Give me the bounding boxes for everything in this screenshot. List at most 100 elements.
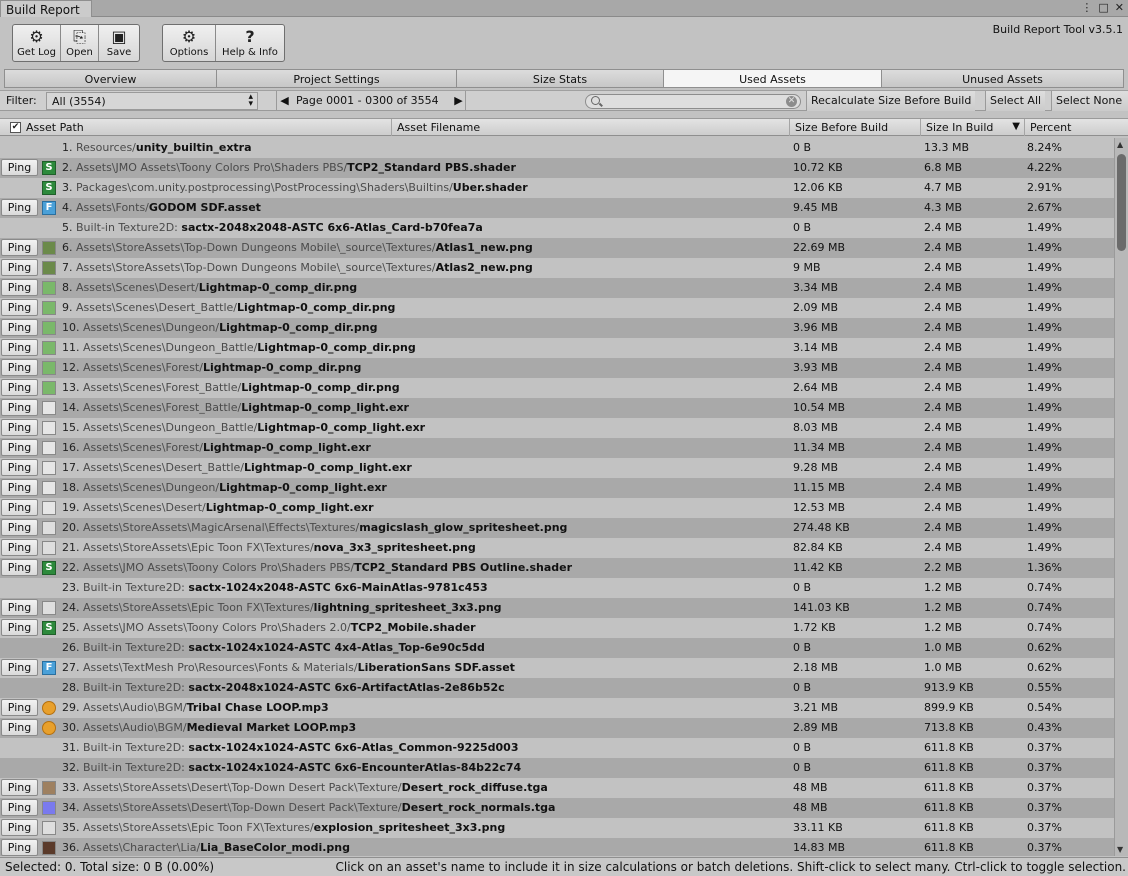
asset-name[interactable]: 18. Assets\Scenes\Dungeon/Lightmap-0_com…: [62, 481, 787, 494]
ping-button[interactable]: Ping: [1, 499, 38, 516]
table-row[interactable]: Ping F 27. Assets\TextMesh Pro\Resources\F…: [0, 658, 1114, 678]
menu-icon[interactable]: ⋮: [1081, 1, 1092, 14]
clear-search-icon[interactable]: ✕: [786, 96, 797, 107]
table-row[interactable]: 31. Built-in Texture2D: sactx-1024x1024-…: [0, 738, 1114, 758]
asset-name[interactable]: 4. Assets\Fonts/GODOM SDF.asset: [62, 201, 787, 214]
asset-name[interactable]: 13. Assets\Scenes\Forest_Battle/Lightmap…: [62, 381, 787, 394]
table-row[interactable]: S 3. Packages\com.unity.postprocessing\Po…: [0, 178, 1114, 198]
asset-name[interactable]: 19. Assets\Scenes\Desert/Lightmap-0_comp…: [62, 501, 787, 514]
asset-name[interactable]: 29. Assets\Audio\BGM/Tribal Chase LOOP.m…: [62, 701, 787, 714]
col-asset-path[interactable]: ✔ Asset Path: [0, 119, 392, 136]
help-info-button[interactable]: ? Help & Info: [216, 25, 284, 61]
table-row[interactable]: Ping 16. Assets\Scenes\Forest/Lightmap-0_…: [0, 438, 1114, 458]
asset-name[interactable]: 25. Assets\JMO Assets\Toony Colors Pro\S…: [62, 621, 787, 634]
table-row[interactable]: Ping S 25. Assets\JMO Assets\Toony Colors …: [0, 618, 1114, 638]
ping-button[interactable]: Ping: [1, 459, 38, 476]
ping-button[interactable]: Ping: [1, 699, 38, 716]
table-row[interactable]: Ping S 22. Assets\JMO Assets\Toony Colors …: [0, 558, 1114, 578]
table-row[interactable]: Ping 24. Assets\StoreAssets\Epic Toon FX\…: [0, 598, 1114, 618]
asset-name[interactable]: 27. Assets\TextMesh Pro\Resources\Fonts …: [62, 661, 787, 674]
tab-project-settings[interactable]: Project Settings: [216, 69, 456, 88]
scroll-up-icon[interactable]: ▲: [1117, 140, 1123, 149]
tab-size-stats[interactable]: Size Stats: [456, 69, 663, 88]
prev-page-button[interactable]: ◀: [276, 91, 292, 111]
table-row[interactable]: Ping 6. Assets\StoreAssets\Top-Down Dunge…: [0, 238, 1114, 258]
asset-name[interactable]: 14. Assets\Scenes\Forest_Battle/Lightmap…: [62, 401, 787, 414]
asset-name[interactable]: 11. Assets\Scenes\Dungeon_Battle/Lightma…: [62, 341, 787, 354]
open-button[interactable]: ⎘ Open: [61, 25, 99, 61]
table-row[interactable]: Ping 10. Assets\Scenes\Dungeon/Lightmap-0…: [0, 318, 1114, 338]
ping-button[interactable]: Ping: [1, 439, 38, 456]
col-asset-filename[interactable]: Asset Filename: [392, 119, 790, 136]
asset-name[interactable]: 35. Assets\StoreAssets\Epic Toon FX\Text…: [62, 821, 787, 834]
table-row[interactable]: Ping 15. Assets\Scenes\Dungeon_Battle/Lig…: [0, 418, 1114, 438]
asset-name[interactable]: 9. Assets\Scenes\Desert_Battle/Lightmap-…: [62, 301, 787, 314]
asset-name[interactable]: 30. Assets\Audio\BGM/Medieval Market LOO…: [62, 721, 787, 734]
asset-name[interactable]: 33. Assets\StoreAssets\Desert\Top-Down D…: [62, 781, 787, 794]
table-row[interactable]: Ping 36. Assets\Character\Lia/Lia_BaseCol…: [0, 838, 1114, 856]
ping-button[interactable]: Ping: [1, 299, 38, 316]
ping-button[interactable]: Ping: [1, 839, 38, 856]
table-row[interactable]: Ping 12. Assets\Scenes\Forest/Lightmap-0_…: [0, 358, 1114, 378]
table-row[interactable]: 28. Built-in Texture2D: sactx-2048x1024-…: [0, 678, 1114, 698]
ping-button[interactable]: Ping: [1, 779, 38, 796]
recalculate-size-button[interactable]: Recalculate Size Before Build: [806, 91, 976, 111]
tab-used-assets[interactable]: Used Assets: [663, 69, 881, 88]
scroll-down-icon[interactable]: ▼: [1117, 845, 1123, 854]
ping-button[interactable]: Ping: [1, 379, 38, 396]
table-row[interactable]: 5. Built-in Texture2D: sactx-2048x2048-A…: [0, 218, 1114, 238]
asset-name[interactable]: 5. Built-in Texture2D: sactx-2048x2048-A…: [62, 221, 787, 234]
table-row[interactable]: Ping 14. Assets\Scenes\Forest_Battle/Ligh…: [0, 398, 1114, 418]
asset-name[interactable]: 21. Assets\StoreAssets\Epic Toon FX\Text…: [62, 541, 787, 554]
table-row[interactable]: Ping 21. Assets\StoreAssets\Epic Toon FX\…: [0, 538, 1114, 558]
table-row[interactable]: 1. Resources/unity_builtin_extra 0 B 13.3 …: [0, 138, 1114, 158]
asset-name[interactable]: 1. Resources/unity_builtin_extra: [62, 141, 787, 154]
asset-name[interactable]: 6. Assets\StoreAssets\Top-Down Dungeons …: [62, 241, 787, 254]
ping-button[interactable]: Ping: [1, 399, 38, 416]
ping-button[interactable]: Ping: [1, 279, 38, 296]
search-input[interactable]: ✕: [585, 94, 801, 109]
asset-name[interactable]: 8. Assets\Scenes\Desert/Lightmap-0_comp_…: [62, 281, 787, 294]
asset-name[interactable]: 16. Assets\Scenes\Forest/Lightmap-0_comp…: [62, 441, 787, 454]
scrollbar-thumb[interactable]: [1117, 154, 1126, 251]
ping-button[interactable]: Ping: [1, 599, 38, 616]
col-size-before-build[interactable]: Size Before Build: [790, 119, 921, 136]
ping-button[interactable]: Ping: [1, 419, 38, 436]
options-button[interactable]: ⚙ Options: [163, 25, 216, 61]
asset-name[interactable]: 15. Assets\Scenes\Dungeon_Battle/Lightma…: [62, 421, 787, 434]
table-row[interactable]: Ping F 4. Assets\Fonts/GODOM SDF.asset 9.45…: [0, 198, 1114, 218]
vertical-scrollbar[interactable]: ▲ ▼: [1114, 138, 1128, 856]
asset-name[interactable]: 34. Assets\StoreAssets\Desert\Top-Down D…: [62, 801, 787, 814]
select-all-button[interactable]: Select All: [985, 91, 1046, 111]
asset-name[interactable]: 32. Built-in Texture2D: sactx-1024x1024-…: [62, 761, 787, 774]
asset-name[interactable]: 31. Built-in Texture2D: sactx-1024x1024-…: [62, 741, 787, 754]
ping-button[interactable]: Ping: [1, 359, 38, 376]
save-button[interactable]: ▣ Save: [99, 25, 139, 61]
next-page-button[interactable]: ▶: [452, 91, 466, 111]
ping-button[interactable]: Ping: [1, 159, 38, 176]
window-title-tab[interactable]: Build Report: [0, 0, 92, 17]
asset-name[interactable]: 23. Built-in Texture2D: sactx-1024x2048-…: [62, 581, 787, 594]
ping-button[interactable]: Ping: [1, 659, 38, 676]
asset-name[interactable]: 22. Assets\JMO Assets\Toony Colors Pro\S…: [62, 561, 787, 574]
select-none-button[interactable]: Select None: [1051, 91, 1128, 111]
ping-button[interactable]: Ping: [1, 799, 38, 816]
table-row[interactable]: Ping 33. Assets\StoreAssets\Desert\Top-Do…: [0, 778, 1114, 798]
tab-overview[interactable]: Overview: [4, 69, 216, 88]
ping-button[interactable]: Ping: [1, 319, 38, 336]
table-row[interactable]: 23. Built-in Texture2D: sactx-1024x2048-…: [0, 578, 1114, 598]
ping-button[interactable]: Ping: [1, 479, 38, 496]
ping-button[interactable]: Ping: [1, 539, 38, 556]
table-row[interactable]: Ping 7. Assets\StoreAssets\Top-Down Dunge…: [0, 258, 1114, 278]
select-all-checkbox[interactable]: ✔: [10, 122, 21, 133]
col-size-in-build[interactable]: Size In Build ▼: [921, 119, 1025, 136]
asset-name[interactable]: 24. Assets\StoreAssets\Epic Toon FX\Text…: [62, 601, 787, 614]
table-row[interactable]: Ping 13. Assets\Scenes\Forest_Battle/Ligh…: [0, 378, 1114, 398]
ping-button[interactable]: Ping: [1, 339, 38, 356]
table-row[interactable]: 26. Built-in Texture2D: sactx-1024x1024-…: [0, 638, 1114, 658]
ping-button[interactable]: Ping: [1, 199, 38, 216]
table-row[interactable]: Ping 19. Assets\Scenes\Desert/Lightmap-0_…: [0, 498, 1114, 518]
ping-button[interactable]: Ping: [1, 559, 38, 576]
tab-unused-assets[interactable]: Unused Assets: [881, 69, 1124, 88]
table-row[interactable]: Ping 20. Assets\StoreAssets\MagicArsenal\…: [0, 518, 1114, 538]
